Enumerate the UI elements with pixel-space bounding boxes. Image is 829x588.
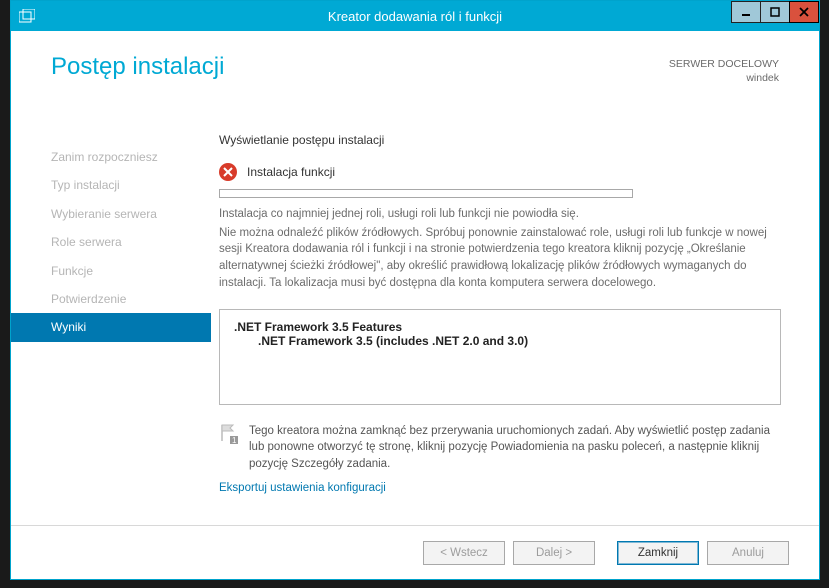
svg-text:1: 1 (232, 436, 237, 445)
nav-installation-type: Typ instalacji (11, 171, 211, 199)
minimize-button[interactable] (731, 1, 761, 23)
view-progress-label: Wyświetlanie postępu instalacji (219, 133, 781, 147)
close-button[interactable] (789, 1, 819, 23)
nav-server-selection: Wybieranie serwera (11, 200, 211, 228)
wizard-window: Kreator dodawania ról i funkcji Postęp i… (10, 0, 820, 580)
target-server-block: SERWER DOCELOWY windek (669, 57, 779, 85)
cancel-button: Anuluj (707, 541, 789, 565)
back-button: < Wstecz (423, 541, 505, 565)
export-settings-link[interactable]: Eksportuj ustawienia konfiguracji (219, 482, 781, 494)
error-line2: Nie można odnaleźć plików źródłowych. Sp… (219, 225, 781, 292)
page-header: Postęp instalacji SERWER DOCELOWY windek (11, 31, 819, 103)
progress-bar (219, 189, 633, 198)
error-icon (219, 163, 237, 181)
status-line: Instalacja funkcji (219, 163, 781, 181)
titlebar[interactable]: Kreator dodawania ról i funkcji (11, 1, 819, 31)
next-button: Dalej > (513, 541, 595, 565)
error-line1: Instalacja co najmniej jednej roli, usłu… (219, 206, 781, 223)
nav-confirmation: Potwierdzenie (11, 285, 211, 313)
flag-icon: 1 (219, 423, 239, 445)
window-controls (732, 1, 819, 23)
target-server-name: windek (669, 71, 779, 85)
close-wizard-button[interactable]: Zamknij (617, 541, 699, 565)
nav-before-you-begin: Zanim rozpoczniesz (11, 143, 211, 171)
feature-parent: .NET Framework 3.5 Features (234, 320, 766, 334)
maximize-button[interactable] (760, 1, 790, 23)
status-text: Instalacja funkcji (247, 165, 335, 179)
content-area: Postęp instalacji SERWER DOCELOWY windek… (11, 31, 819, 579)
nav-results[interactable]: Wyniki (11, 313, 211, 341)
app-icon (19, 9, 35, 23)
features-box: .NET Framework 3.5 Features .NET Framewo… (219, 309, 781, 405)
nav-features: Funkcje (11, 257, 211, 285)
main-panel: Wyświetlanie postępu instalacji Instalac… (211, 133, 819, 525)
target-server-label: SERWER DOCELOWY (669, 57, 779, 71)
window-title: Kreator dodawania ról i funkcji (11, 9, 819, 24)
wizard-nav: Zanim rozpoczniesz Typ instalacji Wybier… (11, 133, 211, 525)
note-text: Tego kreatora można zamknąć bez przerywa… (249, 423, 781, 471)
note-row: 1 Tego kreatora można zamknąć bez przery… (219, 423, 781, 471)
feature-child: .NET Framework 3.5 (includes .NET 2.0 an… (234, 334, 766, 348)
nav-server-roles: Role serwera (11, 228, 211, 256)
wizard-footer: < Wstecz Dalej > Zamknij Anuluj (11, 525, 819, 579)
error-description: Instalacja co najmniej jednej roli, usłu… (219, 206, 781, 291)
